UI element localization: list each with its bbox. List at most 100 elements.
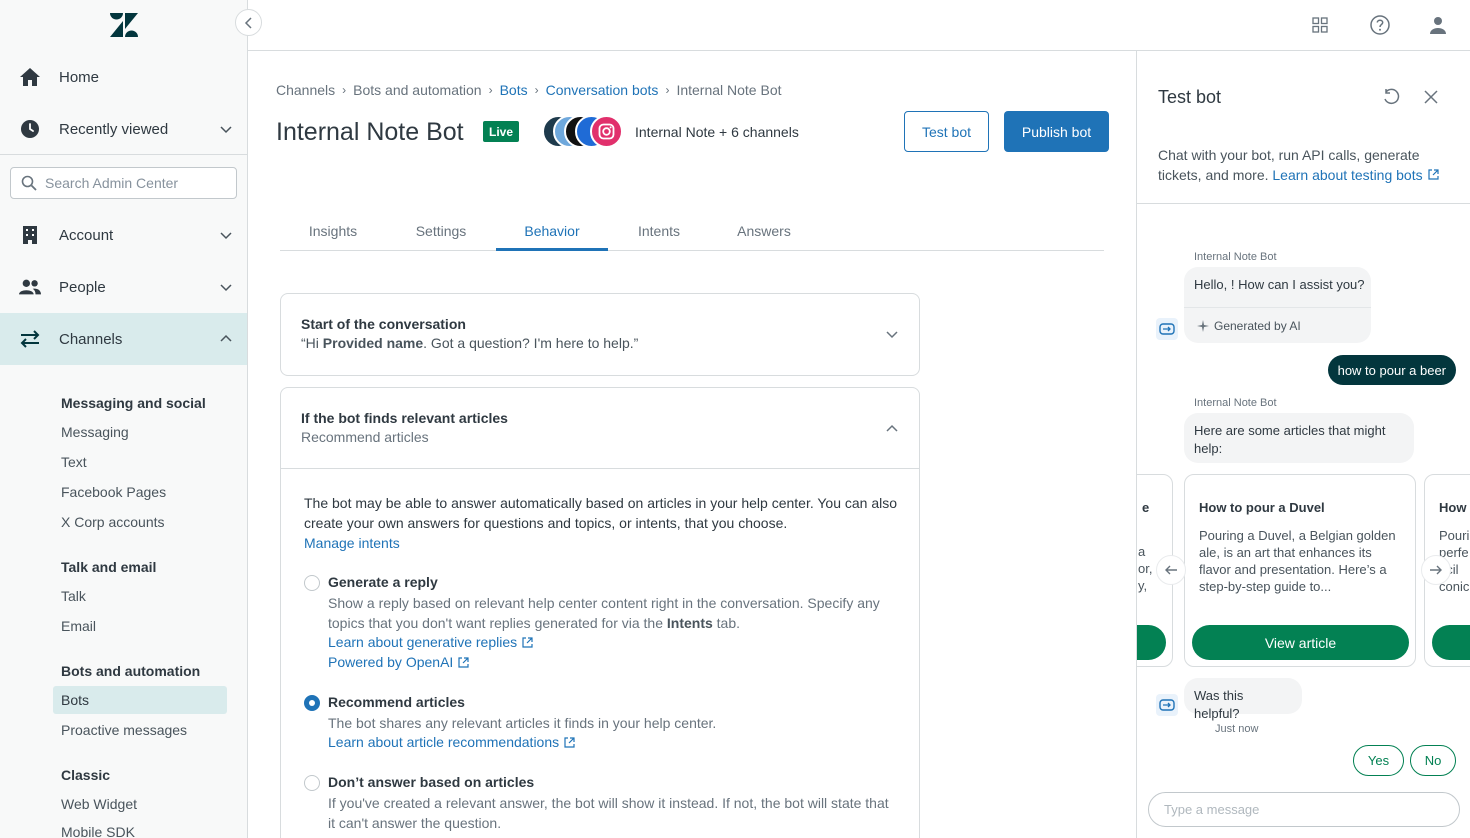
generate-reply-label[interactable]: Generate a reply — [328, 574, 438, 590]
powered-by-openai-link[interactable]: Powered by OpenAI — [328, 654, 469, 670]
sparkle-icon — [1197, 320, 1209, 332]
message-composer[interactable] — [1148, 792, 1460, 827]
subnav-item-proactive-messages[interactable]: Proactive messages — [53, 716, 227, 744]
arrow-right-icon — [1430, 565, 1442, 575]
test-bot-panel: Test bot Chat with your bot, run API cal… — [1136, 51, 1470, 838]
user-icon — [1430, 17, 1446, 34]
helpful-no-button[interactable]: No — [1410, 745, 1456, 776]
admin-sidebar: Home Recently viewed Account People Chan… — [0, 0, 248, 838]
instagram-icon — [590, 115, 623, 148]
subnav-item-facebook-pages[interactable]: Facebook Pages — [53, 478, 227, 506]
message-input[interactable] — [1164, 802, 1444, 817]
channel-avatars[interactable] — [542, 115, 624, 148]
subnav-item-talk[interactable]: Talk — [53, 582, 227, 610]
relevant-articles-subtitle: Recommend articles — [301, 429, 429, 445]
recommend-articles-label[interactable]: Recommend articles — [328, 694, 465, 710]
start-conversation-card[interactable]: Start of the conversation “Hi Provided n… — [280, 293, 920, 376]
grid-icon — [1312, 17, 1328, 33]
breadcrumb-current: Internal Note Bot — [676, 82, 782, 98]
chevron-down-icon[interactable] — [885, 327, 899, 341]
bot-name-label: Internal Note Bot — [1194, 251, 1277, 263]
reset-icon[interactable] — [1382, 88, 1400, 106]
bot-avatar-icon — [1156, 694, 1178, 716]
subnav-item-bots[interactable]: Bots — [53, 686, 227, 714]
message-timestamp: Just now — [1215, 723, 1259, 735]
article-description: Pouring a Duvel, a Belgian golden ale, i… — [1199, 528, 1396, 594]
channels-summary[interactable]: Internal Note + 6 channels — [635, 124, 799, 140]
breadcrumb-channels[interactable]: Channels — [276, 82, 335, 98]
nav-people[interactable]: People — [0, 261, 247, 313]
chevron-up-icon — [220, 334, 232, 342]
breadcrumb-separator-icon: › — [665, 83, 670, 97]
breadcrumb-conversation-bots[interactable]: Conversation bots — [546, 82, 659, 98]
view-article-button[interactable] — [1137, 625, 1166, 660]
breadcrumb-bots-automation[interactable]: Bots and automation — [353, 82, 481, 98]
products-grid-button[interactable] — [1309, 14, 1331, 36]
nav-account[interactable]: Account — [0, 209, 247, 261]
start-conversation-title: Start of the conversation — [301, 316, 466, 332]
radio-recommend-articles[interactable] — [304, 695, 320, 711]
article-recommendations-link[interactable]: Learn about article recommendations — [328, 734, 575, 750]
nav-channels-label: Channels — [59, 330, 123, 348]
close-icon[interactable] — [1424, 90, 1438, 104]
learn-testing-bots-link[interactable]: Learn about testing bots — [1272, 167, 1439, 183]
external-link-icon — [1428, 169, 1439, 180]
recommend-articles-description: The bot shares any relevant articles it … — [328, 715, 717, 731]
tab-answers[interactable]: Answers — [726, 216, 802, 251]
tab-behavior[interactable]: Behavior — [496, 216, 608, 251]
view-article-button[interactable] — [1432, 625, 1470, 660]
subnav-item-web-widget[interactable]: Web Widget — [53, 790, 227, 818]
subnav-item-x-corp-accounts[interactable]: X Corp accounts — [53, 508, 227, 536]
help-icon — [1370, 15, 1390, 35]
tab-insights[interactable]: Insights — [294, 216, 372, 251]
publish-bot-button[interactable]: Publish bot — [1004, 111, 1109, 152]
search-input[interactable] — [45, 175, 225, 191]
subnav-item-email[interactable]: Email — [53, 612, 227, 640]
test-bot-panel-title: Test bot — [1158, 87, 1222, 107]
external-link-icon — [522, 636, 533, 648]
zendesk-logo — [110, 13, 138, 37]
sidebar-divider — [0, 154, 247, 155]
generative-replies-link[interactable]: Learn about generative replies — [328, 634, 533, 650]
chevron-left-icon — [244, 16, 252, 29]
collapse-sidebar-button[interactable] — [235, 9, 262, 36]
dont-answer-label[interactable]: Don’t answer based on articles — [328, 774, 534, 790]
test-bot-description: Chat with your bot, run API calls, gener… — [1158, 145, 1458, 185]
home-icon — [19, 66, 41, 88]
start-conversation-greeting: “Hi Provided name. Got a question? I'm h… — [301, 335, 639, 351]
subnav-item-text[interactable]: Text — [53, 448, 227, 476]
helpful-question-bubble: Was this helpful? — [1184, 678, 1302, 721]
breadcrumb-bots[interactable]: Bots — [500, 82, 528, 98]
tab-settings[interactable]: Settings — [402, 216, 480, 251]
carousel-next-button[interactable] — [1421, 555, 1451, 585]
subnav-heading-bots-automation: Bots and automation — [61, 663, 201, 679]
manage-intents-link[interactable]: Manage intents — [304, 533, 904, 553]
radio-generate-reply[interactable] — [304, 575, 320, 591]
relevant-articles-title: If the bot finds relevant articles — [301, 410, 508, 426]
helpful-yes-button[interactable]: Yes — [1353, 745, 1404, 776]
chevron-up-icon[interactable] — [885, 422, 899, 436]
radio-dont-answer[interactable] — [304, 775, 320, 791]
view-article-button[interactable]: View article — [1192, 625, 1409, 660]
profile-button[interactable] — [1427, 14, 1449, 36]
relevant-articles-body: The bot may be able to answer automatica… — [281, 468, 919, 838]
admin-search[interactable] — [10, 167, 237, 199]
status-badge: Live — [483, 121, 520, 142]
panel-divider — [1137, 203, 1470, 204]
breadcrumb-separator-icon: › — [342, 83, 347, 97]
arrow-left-icon — [1165, 565, 1177, 575]
tab-intents[interactable]: Intents — [626, 216, 692, 251]
bot-tabs: Insights Settings Behavior Intents Answe… — [280, 216, 1104, 251]
nav-recently-viewed[interactable]: Recently viewed — [0, 103, 247, 155]
generate-reply-description: Show a reply based on relevant help cent… — [328, 595, 880, 631]
carousel-prev-button[interactable] — [1156, 555, 1186, 585]
test-bot-button[interactable]: Test bot — [904, 111, 989, 152]
nav-channels[interactable]: Channels — [0, 313, 247, 365]
nav-home[interactable]: Home — [0, 51, 247, 103]
help-button[interactable] — [1369, 14, 1391, 36]
subnav-item-mobile-sdk[interactable]: Mobile SDK — [53, 818, 227, 838]
chevron-down-icon — [220, 126, 232, 134]
external-link-icon — [458, 656, 469, 668]
bot-greeting-text: Hello, ! How can I assist you? — [1194, 277, 1365, 292]
subnav-item-messaging[interactable]: Messaging — [53, 418, 227, 446]
